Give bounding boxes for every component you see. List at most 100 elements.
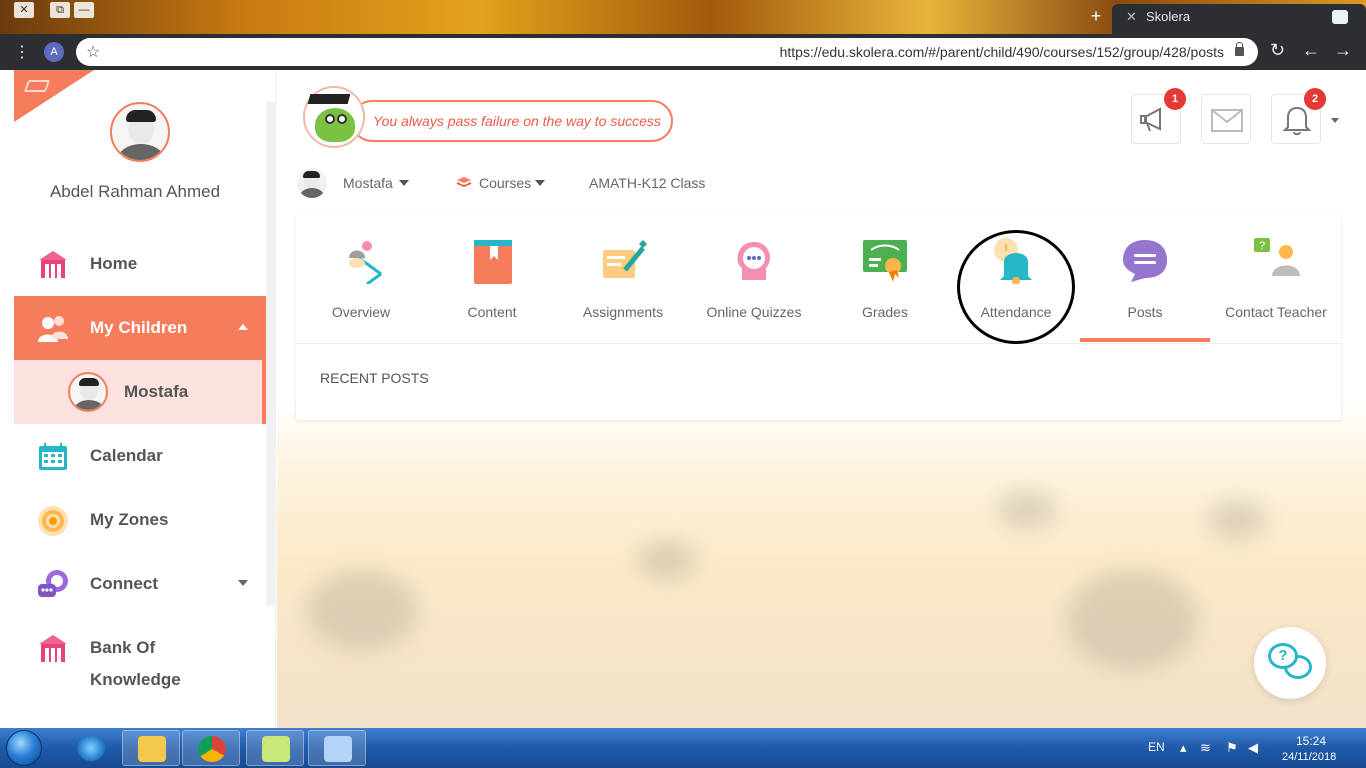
zones-target-icon bbox=[38, 506, 68, 536]
breadcrumb-child[interactable]: Mostafa bbox=[295, 166, 433, 200]
grades-certificate-icon bbox=[863, 240, 907, 282]
chrome-icon bbox=[198, 736, 226, 762]
url-omnibox[interactable]: ☆ https://edu.skolera.com/#/parent/child… bbox=[76, 38, 1258, 66]
tab-label: Posts bbox=[1127, 304, 1163, 320]
internet-explorer-icon bbox=[77, 735, 105, 761]
breadcrumb-courses[interactable]: Courses bbox=[447, 166, 573, 200]
browser-tab[interactable]: ✕ Skolera bbox=[1112, 4, 1366, 34]
forward-arrow-icon[interactable]: → bbox=[1334, 40, 1352, 61]
clock-date[interactable]: 24/11/2018 bbox=[1282, 751, 1336, 763]
sidebar-item-label-line2: Knowledge bbox=[90, 670, 181, 689]
sidebar-item-home[interactable]: Home bbox=[14, 232, 266, 296]
tab-close-icon[interactable]: ✕ bbox=[1126, 4, 1137, 30]
background-blur bbox=[637, 540, 697, 580]
back-arrow-icon[interactable]: ← bbox=[1302, 40, 1320, 61]
profile-avatar[interactable] bbox=[110, 102, 170, 162]
sidebar-scrollbar[interactable] bbox=[266, 102, 276, 606]
active-tab-indicator bbox=[1080, 338, 1210, 342]
notifications-badge: 2 bbox=[1304, 88, 1326, 110]
folder-icon bbox=[138, 736, 166, 762]
browser-profile-avatar[interactable]: A bbox=[44, 42, 64, 62]
tab-title: Skolera bbox=[1146, 9, 1191, 24]
announcements-badge: 1 bbox=[1164, 88, 1186, 110]
wifi-icon[interactable]: ≋ bbox=[1200, 740, 1211, 756]
taskbar-ie[interactable] bbox=[62, 730, 120, 766]
sidebar-item-my-zones[interactable]: My Zones bbox=[14, 488, 266, 552]
new-tab-button[interactable]: + bbox=[1086, 6, 1106, 26]
sidebar-item-label: Connect bbox=[90, 574, 158, 593]
browser-menu-icon[interactable]: ⋮ bbox=[14, 42, 30, 62]
address-bar: ⋮ A ☆ https://edu.skolera.com/#/parent/c… bbox=[0, 34, 1366, 70]
connect-chat-icon bbox=[38, 570, 68, 597]
sidebar-item-label: My Children bbox=[90, 318, 188, 337]
tab-posts[interactable]: Posts bbox=[1080, 214, 1210, 342]
account-dropdown-icon[interactable] bbox=[1331, 118, 1339, 123]
sidebar-item-calendar[interactable]: Calendar bbox=[14, 424, 266, 488]
breadcrumb-courses-label: Courses bbox=[479, 175, 532, 191]
bookmark-star-icon[interactable]: ☆ bbox=[86, 42, 100, 62]
children-icon bbox=[38, 316, 68, 342]
tab-assignments[interactable]: Assignments bbox=[558, 214, 688, 342]
background-blur bbox=[1207, 500, 1267, 540]
taskbar-sticky-notes[interactable] bbox=[246, 730, 304, 766]
tab-label: Contact Teacher bbox=[1225, 304, 1327, 320]
skolera-favicon-icon bbox=[1332, 10, 1348, 24]
sidebar-item-label: Home bbox=[90, 254, 138, 273]
chevron-down-icon[interactable] bbox=[535, 180, 545, 186]
taskbar-explorer[interactable] bbox=[122, 730, 180, 766]
tab-label: Assignments bbox=[582, 304, 664, 320]
corner-ribbon bbox=[14, 70, 94, 122]
tab-content[interactable]: Content bbox=[427, 214, 557, 342]
sidebar-item-bank-of-knowledge[interactable]: Bank Of Knowledge bbox=[14, 616, 266, 706]
assignments-pen-icon bbox=[603, 240, 647, 278]
chevron-down-icon[interactable] bbox=[238, 580, 248, 586]
show-hidden-icons-icon[interactable]: ▴ bbox=[1180, 740, 1187, 756]
tab-label: Overview bbox=[331, 304, 391, 320]
content-book-icon bbox=[474, 240, 512, 284]
sidebar-item-connect[interactable]: Connect bbox=[14, 552, 266, 616]
calendar-icon bbox=[39, 443, 67, 470]
annotation-circle bbox=[957, 230, 1075, 344]
chevron-down-icon[interactable] bbox=[399, 180, 409, 186]
svg-text:?: ? bbox=[1259, 240, 1265, 252]
taskbar-chrome[interactable] bbox=[182, 730, 240, 766]
volume-icon[interactable]: ◀ bbox=[1248, 740, 1258, 756]
background-blur bbox=[997, 490, 1057, 530]
sidebar-item-label: My Zones bbox=[90, 510, 169, 529]
url-text[interactable]: https://edu.skolera.com/#/parent/child/4… bbox=[780, 44, 1224, 60]
child-avatar bbox=[297, 168, 327, 198]
contact-teacher-icon: ? bbox=[1254, 238, 1300, 276]
action-center-flag-icon[interactable]: ⚑ bbox=[1226, 740, 1238, 756]
mascot-avatar bbox=[303, 86, 365, 148]
close-window-button[interactable]: ✕ bbox=[14, 2, 34, 18]
sidebar-item-my-children[interactable]: My Children bbox=[14, 296, 266, 360]
tab-grades[interactable]: Grades bbox=[820, 214, 950, 342]
overview-lamp-icon bbox=[349, 241, 382, 284]
course-card: Overview Content Assignments Online Quiz… bbox=[296, 214, 1341, 420]
chevron-up-icon[interactable] bbox=[238, 324, 248, 330]
sidebar: Abdel Rahman Ahmed Home My Children Most… bbox=[14, 70, 276, 728]
start-button[interactable] bbox=[6, 730, 42, 766]
minimize-window-button[interactable]: — bbox=[74, 2, 94, 18]
tab-contact-teacher[interactable]: ? Contact Teacher bbox=[1211, 214, 1341, 342]
clock-time[interactable]: 15:24 bbox=[1296, 734, 1326, 748]
sticky-notes-icon bbox=[262, 736, 290, 762]
tab-overview[interactable]: Overview bbox=[296, 214, 426, 342]
announcements-button[interactable]: 1 bbox=[1131, 88, 1186, 144]
language-indicator[interactable]: EN bbox=[1148, 740, 1165, 754]
quote-text: You always pass failure on the way to su… bbox=[373, 113, 661, 129]
background-blur bbox=[1067, 570, 1197, 670]
background-blur bbox=[307, 570, 417, 650]
quizzes-head-icon bbox=[737, 242, 770, 280]
reload-icon[interactable]: ↻ bbox=[1270, 40, 1285, 61]
browser-title-bar: ✕ ⧉ — + ✕ Skolera bbox=[0, 0, 1366, 34]
help-chat-button[interactable]: ? bbox=[1254, 627, 1326, 699]
sidebar-child-item[interactable]: Mostafa bbox=[14, 360, 266, 424]
layers-icon bbox=[457, 177, 471, 187]
messages-button[interactable] bbox=[1201, 94, 1251, 144]
notifications-button[interactable]: 2 bbox=[1271, 88, 1326, 144]
restore-window-button[interactable]: ⧉ bbox=[50, 2, 70, 18]
school-building-icon bbox=[39, 251, 67, 278]
taskbar-paint[interactable] bbox=[308, 730, 366, 766]
tab-online-quizzes[interactable]: Online Quizzes bbox=[689, 214, 819, 342]
